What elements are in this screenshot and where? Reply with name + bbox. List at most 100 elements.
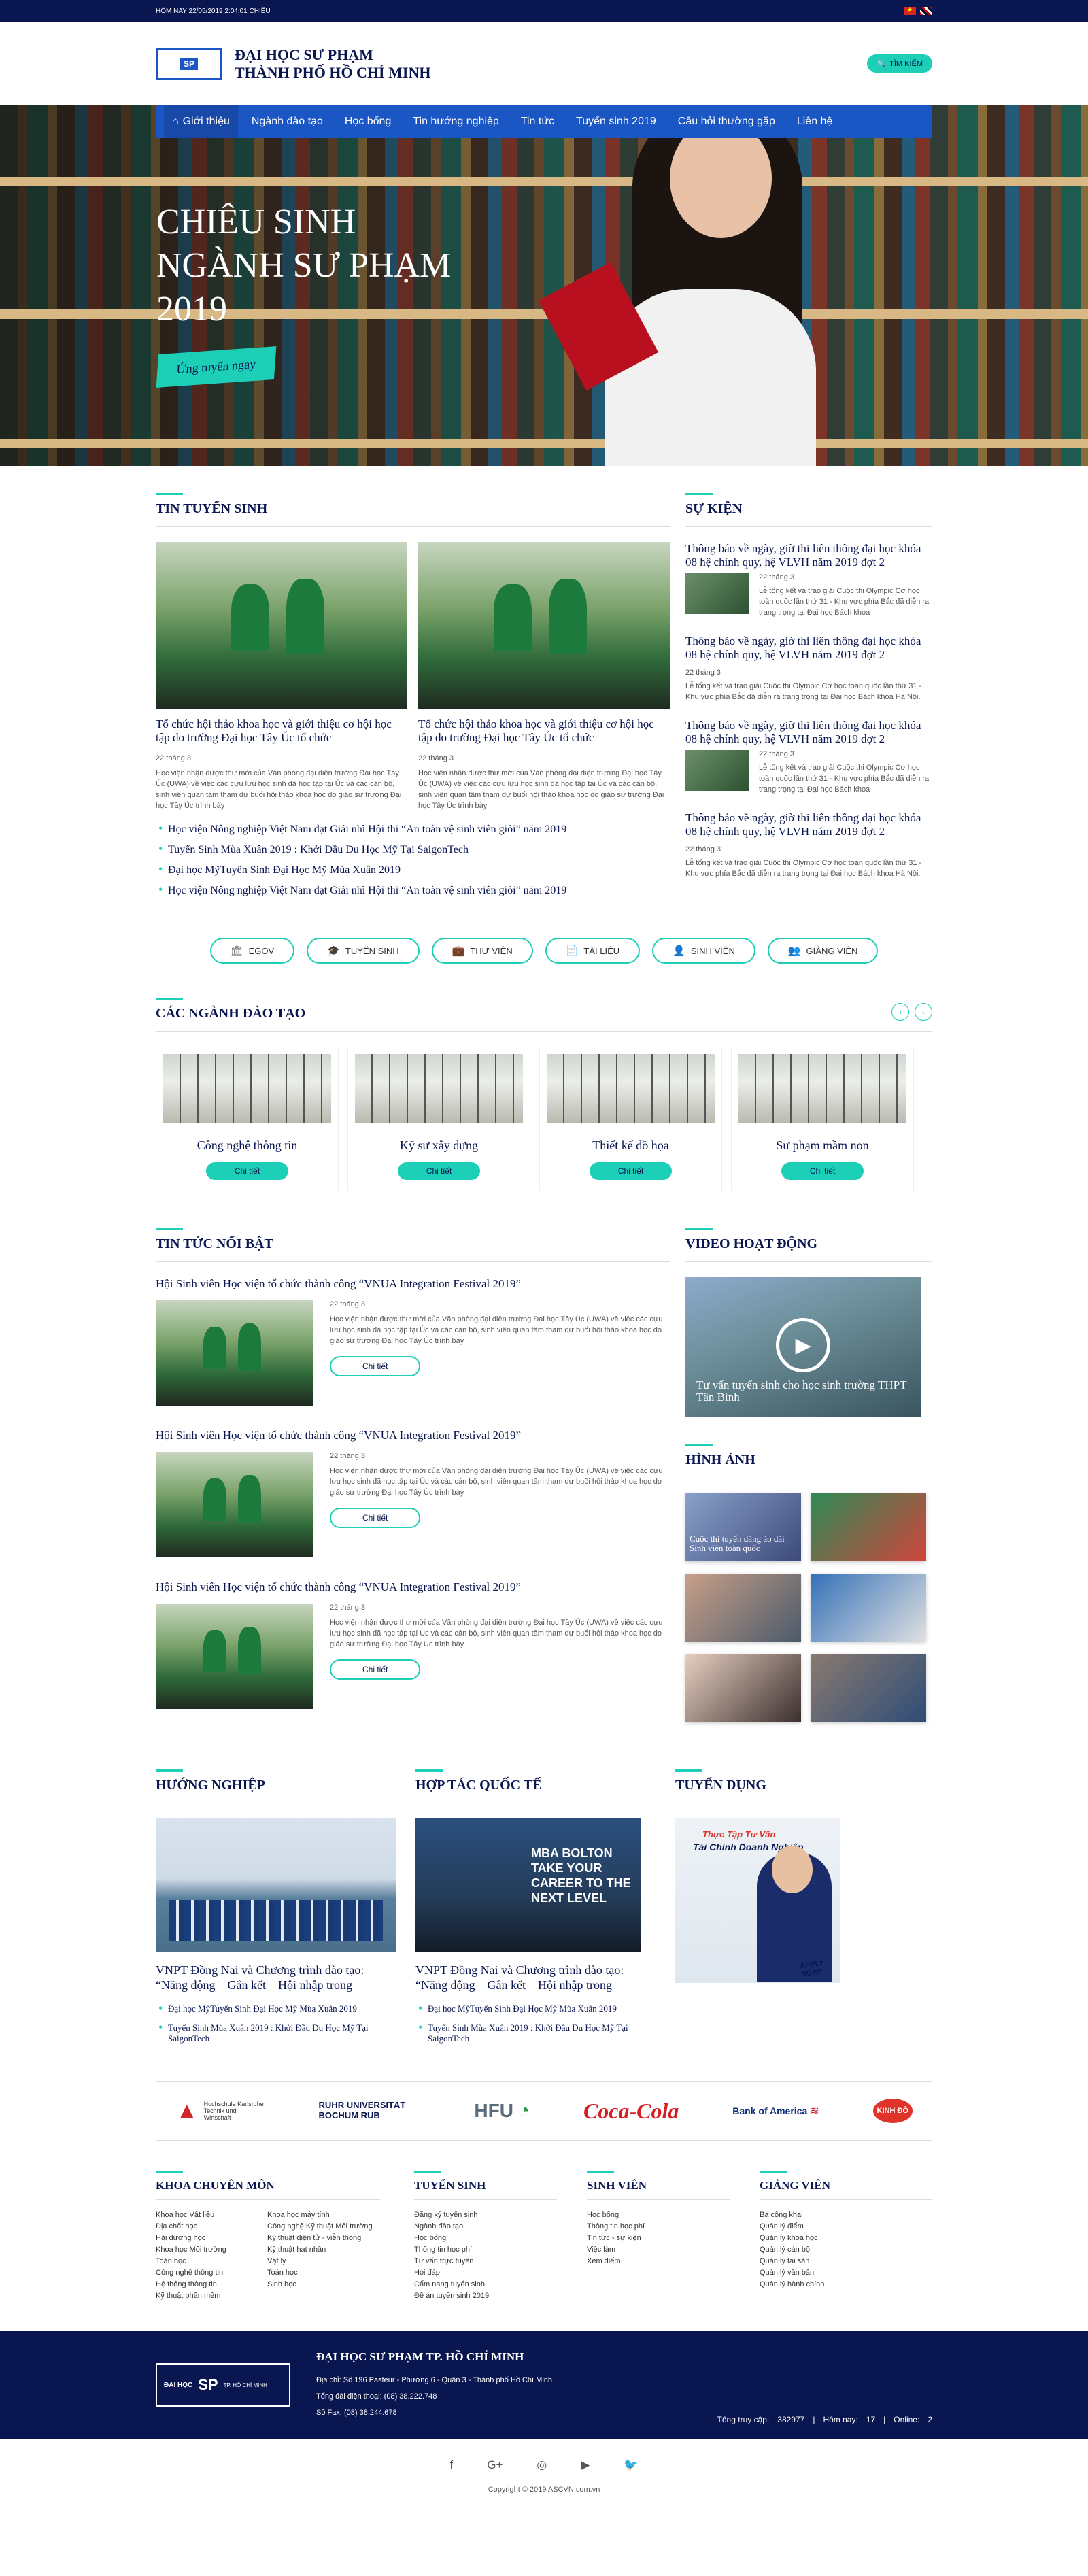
list-item[interactable]: Học viện Nông nghiệp Việt Nam đạt Giải n… (156, 881, 670, 901)
footer-link[interactable]: Kỹ thuật hạt nhân (267, 2244, 373, 2256)
event-item[interactable]: Thông báo về ngày, giờ thi liên thông đạ… (685, 634, 932, 702)
footer-link[interactable]: Địa chất học (156, 2221, 244, 2233)
detail-button[interactable]: Chi tiết (589, 1162, 673, 1180)
program-name[interactable]: Sư phạm mầm non (738, 1138, 906, 1153)
nav-item-tuyen-sinh-2019[interactable]: Tuyển sinh 2019 (568, 105, 664, 138)
gallery-photo[interactable]: Cuộc thi tuyển dàng áo dài Sinh viên toà… (685, 1493, 801, 1561)
gallery-photo[interactable] (811, 1493, 926, 1561)
footer-link[interactable]: Công nghệ thông tin (156, 2267, 244, 2279)
program-name[interactable]: Thiết kế đồ họa (547, 1138, 715, 1153)
nav-item-lien-he[interactable]: Liên hệ (789, 105, 841, 138)
nav-item-hoc-bong[interactable]: Học bổng (337, 105, 400, 138)
gallery-photo[interactable] (685, 1654, 801, 1722)
footer-link[interactable]: Vật lý (267, 2256, 373, 2267)
quicklink-sinh-vien[interactable]: 👤 SINH VIÊN (652, 938, 755, 964)
site-logo[interactable]: SP ĐẠI HỌC SƯ PHẠM THÀNH PHỐ HỒ CHÍ MINH (156, 46, 430, 82)
twitter-icon[interactable]: 🐦 (624, 2458, 638, 2472)
partner-rub[interactable]: RUHR UNIVERSITÄT BOCHUM RUB (319, 2100, 421, 2122)
detail-button[interactable]: Chi tiết (397, 1162, 481, 1180)
cooperation-headline[interactable]: VNPT Đồng Nai và Chương trình đào tạo: “… (415, 1963, 656, 1993)
list-item[interactable]: Học viện Nông nghiệp Việt Nam đạt Giải n… (156, 819, 670, 840)
footer-link[interactable]: Cẩm nang tuyển sinh (414, 2279, 557, 2290)
article-image[interactable] (156, 542, 407, 709)
activity-video[interactable]: ▶ Tư vấn tuyển sinh cho học sinh trường … (685, 1277, 921, 1417)
career-headline[interactable]: VNPT Đồng Nai và Chương trình đào tạo: “… (156, 1963, 396, 1993)
featured-title[interactable]: Hội Sinh viên Học viện tổ chức thành côn… (156, 1277, 670, 1291)
event-item[interactable]: Thông báo về ngày, giờ thi liên thông đạ… (685, 811, 932, 879)
program-card[interactable]: Thiết kế đồ họa Chi tiết (539, 1047, 722, 1191)
nav-item-tin-huong-nghiep[interactable]: Tin hướng nghiệp (405, 105, 507, 138)
quicklink-tai-lieu[interactable]: 📄 TÀI LIỆU (545, 938, 641, 964)
career-image[interactable] (156, 1818, 396, 1952)
featured-item[interactable]: Hội Sinh viên Học viện tổ chức thành côn… (156, 1429, 670, 1557)
detail-button[interactable]: Chi tiết (330, 1356, 421, 1376)
footer-link[interactable]: Khoa học Môi trường (156, 2244, 244, 2256)
partner-kinhdo[interactable]: KINH ĐÔ (872, 2099, 913, 2123)
quicklink-thu-vien[interactable]: 💼 THƯ VIỆN (431, 938, 533, 964)
program-card[interactable]: Công nghệ thông tin Chi tiết (156, 1047, 339, 1191)
nav-item-tin-tuc[interactable]: Tin tức (513, 105, 562, 138)
footer-link[interactable]: Công nghệ Kỹ thuật Môi trường (267, 2221, 373, 2233)
footer-link[interactable]: Hỏi đáp (414, 2267, 557, 2279)
footer-link[interactable]: Thông tin học phí (587, 2221, 730, 2233)
footer-link[interactable]: Toán học (267, 2267, 373, 2279)
footer-link[interactable]: Học bổng (414, 2233, 557, 2244)
next-arrow-icon[interactable]: › (915, 1003, 932, 1021)
footer-link[interactable]: Tư vấn trực tuyến (414, 2256, 557, 2267)
footer-link[interactable]: Kỹ thuật phần mềm (156, 2290, 244, 2302)
footer-link[interactable]: Việc làm (587, 2244, 730, 2256)
footer-link[interactable]: Hải dương học (156, 2233, 244, 2244)
featured-title[interactable]: Hội Sinh viên Học viện tổ chức thành côn… (156, 1429, 670, 1442)
footer-link[interactable]: Tin tức - sự kiện (587, 2233, 730, 2244)
program-name[interactable]: Kỹ sư xây dựng (355, 1138, 523, 1153)
footer-link[interactable]: Ngành đào tạo (414, 2221, 557, 2233)
program-card[interactable]: Kỹ sư xây dựng Chi tiết (347, 1047, 530, 1191)
footer-link[interactable]: Toán học (156, 2256, 244, 2267)
detail-button[interactable]: Chi tiết (330, 1659, 421, 1680)
article-title[interactable]: Tổ chức hội thảo khoa học và giới thiệu … (418, 717, 670, 745)
footer-link[interactable]: Khoa học Vật liệu (156, 2209, 244, 2221)
partner-karlsruhe[interactable]: ▲ Hochschule Karlsruhe Technik und Wirtsc… (175, 2098, 265, 2124)
list-item[interactable]: Đại học MỹTuyển Sinh Đại Học Mỹ Mùa Xuân… (156, 1999, 396, 2018)
list-item[interactable]: Tuyển Sinh Mùa Xuân 2019 : Khởi Đầu Du H… (415, 2018, 656, 2048)
event-title[interactable]: Thông báo về ngày, giờ thi liên thông đạ… (685, 811, 932, 838)
footer-link[interactable]: Ba công khai (760, 2209, 932, 2221)
list-item[interactable]: Tuyển Sinh Mùa Xuân 2019 : Khởi Đầu Du H… (156, 840, 670, 860)
footer-link[interactable]: Quản lý khoa học (760, 2233, 932, 2244)
footer-link[interactable]: Đề án tuyển sinh 2019 (414, 2290, 557, 2302)
admission-article[interactable]: Tổ chức hội thảo khoa học và giới thiệu … (156, 542, 407, 811)
facebook-icon[interactable]: f (450, 2458, 454, 2472)
gallery-photo[interactable] (811, 1654, 926, 1722)
list-item[interactable]: Tuyển Sinh Mùa Xuân 2019 : Khởi Đầu Du H… (156, 2018, 396, 2048)
footer-link[interactable]: Quản lý cán bộ (760, 2244, 932, 2256)
footer-link[interactable]: Quản lý hành chính (760, 2279, 932, 2290)
gallery-photo[interactable] (685, 1574, 801, 1642)
featured-image[interactable] (156, 1452, 313, 1557)
list-item[interactable]: Đại học MỹTuyển Sinh Đại Học Mỹ Mùa Xuân… (415, 1999, 656, 2018)
list-item[interactable]: Đại học MỹTuyển Sinh Đại Học Mỹ Mùa Xuân… (156, 860, 670, 881)
event-item[interactable]: Thông báo về ngày, giờ thi liên thông đạ… (685, 542, 932, 618)
event-image[interactable] (685, 750, 749, 791)
footer-link[interactable]: Kỹ thuật điện tử - viễn thông (267, 2233, 373, 2244)
gallery-photo[interactable] (811, 1574, 926, 1642)
program-name[interactable]: Công nghệ thông tin (163, 1138, 331, 1153)
quicklink-tuyen-sinh[interactable]: 🎓 TUYỂN SINH (307, 938, 420, 964)
footer-link[interactable]: Quản lý văn bản (760, 2267, 932, 2279)
google-plus-icon[interactable]: G+ (487, 2458, 503, 2472)
nav-item-nganh-dao-tao[interactable]: Ngành đào tạo (243, 105, 331, 138)
footer-link[interactable]: Thông tin học phí (414, 2244, 557, 2256)
footer-link[interactable]: Đăng ký tuyển sinh (414, 2209, 557, 2221)
featured-image[interactable] (156, 1604, 313, 1709)
footer-link[interactable]: Học bổng (587, 2209, 730, 2221)
footer-link[interactable]: Hệ thống thông tin (156, 2279, 244, 2290)
apply-now-button[interactable]: Ứng tuyển ngay (156, 346, 277, 388)
event-title[interactable]: Thông báo về ngày, giờ thi liên thông đạ… (685, 719, 932, 746)
vietnam-flag-icon[interactable] (904, 6, 916, 15)
featured-title[interactable]: Hội Sinh viên Học viện tổ chức thành côn… (156, 1580, 670, 1594)
detail-button[interactable]: Chi tiết (330, 1508, 421, 1528)
partner-bank-of-america[interactable]: Bank of America ≋ (732, 2104, 819, 2118)
nav-item-gioi-thieu[interactable]: ⌂ Giới thiệu (164, 105, 238, 138)
play-icon[interactable]: ▶ (776, 1318, 830, 1372)
footer-link[interactable]: Quản lý điểm (760, 2221, 932, 2233)
featured-item[interactable]: Hội Sinh viên Học viện tổ chức thành côn… (156, 1580, 670, 1709)
